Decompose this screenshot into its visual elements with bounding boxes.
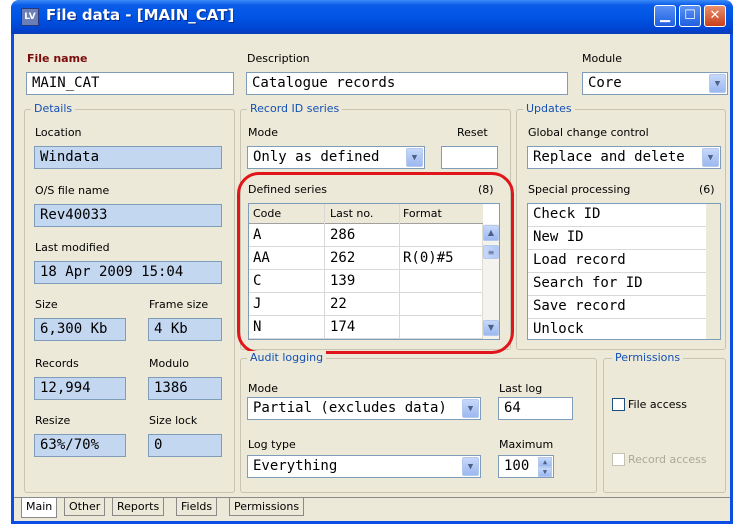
record-id-series-title: Record ID series [247,102,343,115]
audit-logging-title: Audit logging [247,351,327,364]
title-bar[interactable]: LV File data - [MAIN_CAT] ▁ ☐ ✕ [11,0,733,34]
tab-other[interactable]: Other [64,498,106,516]
record-mode-label: Mode [248,126,278,139]
size-field: 6,300 Kb [34,318,126,341]
stepper-up-icon[interactable]: ▲ [538,457,552,467]
special-processing-count: (6) [699,183,715,196]
tab-main[interactable]: Main [21,498,58,518]
details-group-title: Details [31,102,76,115]
log-type-value: Everything [253,458,338,474]
frame-size-label: Frame size [149,298,209,311]
close-button[interactable]: ✕ [704,5,726,27]
maximum-label: Maximum [499,438,554,451]
list-item[interactable]: Save record [528,296,706,319]
records-field: 12,994 [34,377,126,400]
stepper-down-icon[interactable]: ▼ [538,467,552,477]
records-label: Records [35,357,79,370]
chevron-down-icon[interactable]: ▼ [462,399,479,418]
tab-fields[interactable]: Fields [176,498,218,516]
location-field: Windata [34,146,222,169]
log-type-select[interactable]: Everything ▼ [247,455,481,478]
minimize-button[interactable]: ▁ [654,5,676,27]
maximum-stepper[interactable]: 100 ▲ ▼ [498,455,554,478]
file-name-input[interactable]: MAIN_CAT [26,72,234,95]
tab-reports[interactable]: Reports [112,498,165,516]
size-lock-label: Size lock [149,414,198,427]
reset-label: Reset [457,126,488,139]
highlight-ring [237,172,514,354]
maximum-value: 100 [504,458,530,474]
file-name-label: File name [27,52,88,65]
log-type-label: Log type [248,438,296,451]
global-change-select[interactable]: Replace and delete ▼ [527,146,721,169]
list-item[interactable]: Load record [528,250,706,273]
maximize-button[interactable]: ☐ [679,5,701,27]
last-modified-field: 18 Apr 2009 15:04 [34,261,222,284]
description-label: Description [247,52,310,65]
global-change-value: Replace and delete [533,149,685,165]
permissions-group: Permissions [603,351,726,493]
record-mode-value: Only as defined [253,149,380,165]
resize-label: Resize [35,414,71,427]
app-icon: LV [21,8,39,26]
size-lock-field: 0 [148,434,222,457]
size-label: Size [35,298,58,311]
record-mode-select[interactable]: Only as defined ▼ [247,146,425,169]
frame-size-field: 4 Kb [148,318,222,341]
global-change-label: Global change control [528,126,649,139]
reset-input[interactable] [441,146,498,169]
list-item[interactable]: Check ID [528,204,706,227]
record-access-label[interactable]: Record access [628,453,707,466]
file-access-checkbox[interactable] [612,398,625,411]
module-label: Module [582,52,622,65]
window-title: File data - [MAIN_CAT] [46,6,235,24]
list-item[interactable]: Search for ID [528,273,706,296]
modulo-label: Modulo [149,357,189,370]
updates-group-title: Updates [523,102,575,115]
audit-mode-label: Mode [248,382,278,395]
audit-mode-select[interactable]: Partial (excludes data) ▼ [247,397,481,420]
permissions-title: Permissions [612,351,684,364]
modulo-field: 1386 [148,377,222,400]
chevron-down-icon[interactable]: ▼ [709,74,726,93]
last-log-field[interactable]: 64 [498,397,573,420]
location-label: Location [35,126,82,139]
maximize-icon: ☐ [684,8,696,23]
last-log-label: Last log [499,382,543,395]
os-file-name-label: O/S file name [35,184,110,197]
file-data-window: LV File data - [MAIN_CAT] ▁ ☐ ✕ File nam… [11,0,733,524]
special-processing-label: Special processing [528,183,631,196]
minimize-icon: ▁ [660,8,670,23]
tab-permissions[interactable]: Permissions [229,498,305,516]
description-input[interactable]: Catalogue records [246,72,568,95]
list-item[interactable]: New ID [528,227,706,250]
resize-field: 63%/70% [34,434,126,457]
chevron-down-icon[interactable]: ▼ [702,148,719,167]
close-icon: ✕ [709,8,721,23]
last-modified-label: Last modified [35,241,110,254]
file-access-label[interactable]: File access [628,398,687,411]
audit-mode-value: Partial (excludes data) [253,400,447,416]
list-side-strip [706,204,720,339]
special-processing-list[interactable]: Check ID New ID Load record Search for I… [527,203,721,340]
chevron-down-icon[interactable]: ▼ [406,148,423,167]
module-select[interactable]: Core ▼ [582,72,728,95]
list-item[interactable]: Unlock [528,319,706,342]
os-file-name-field: Rev40033 [34,204,222,227]
record-access-checkbox[interactable] [612,453,625,466]
chevron-down-icon[interactable]: ▼ [462,457,479,476]
module-value: Core [588,75,622,91]
